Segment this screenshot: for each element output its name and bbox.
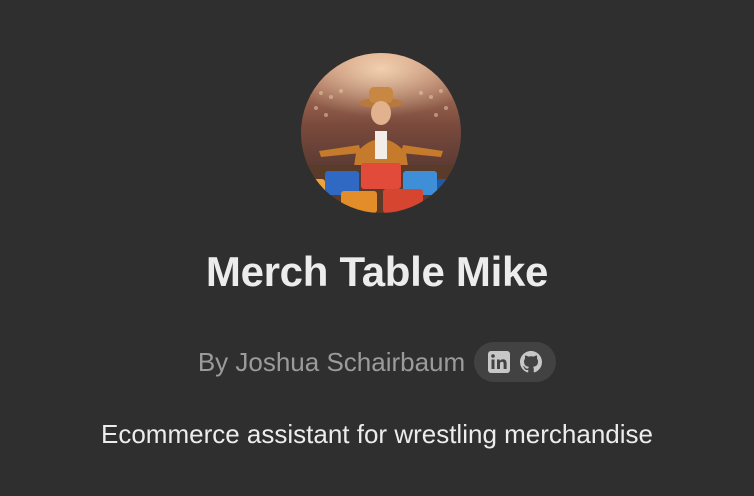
- gpt-profile: Merch Table Mike By Joshua Schairbaum Ec…: [0, 0, 754, 496]
- gpt-avatar: [301, 53, 461, 213]
- github-icon: [520, 351, 543, 373]
- author-name: By Joshua Schairbaum: [197, 347, 466, 377]
- avatar-illustration: [301, 53, 461, 213]
- social-links: [474, 342, 557, 382]
- gpt-description: Ecommerce assistant for wrestling mercha…: [101, 419, 653, 449]
- github-link[interactable]: [519, 350, 543, 374]
- gpt-name: Merch Table Mike: [205, 248, 549, 295]
- byline: By Joshua Schairbaum: [0, 342, 754, 382]
- linkedin-icon: [488, 351, 511, 373]
- linkedin-link[interactable]: [487, 350, 511, 374]
